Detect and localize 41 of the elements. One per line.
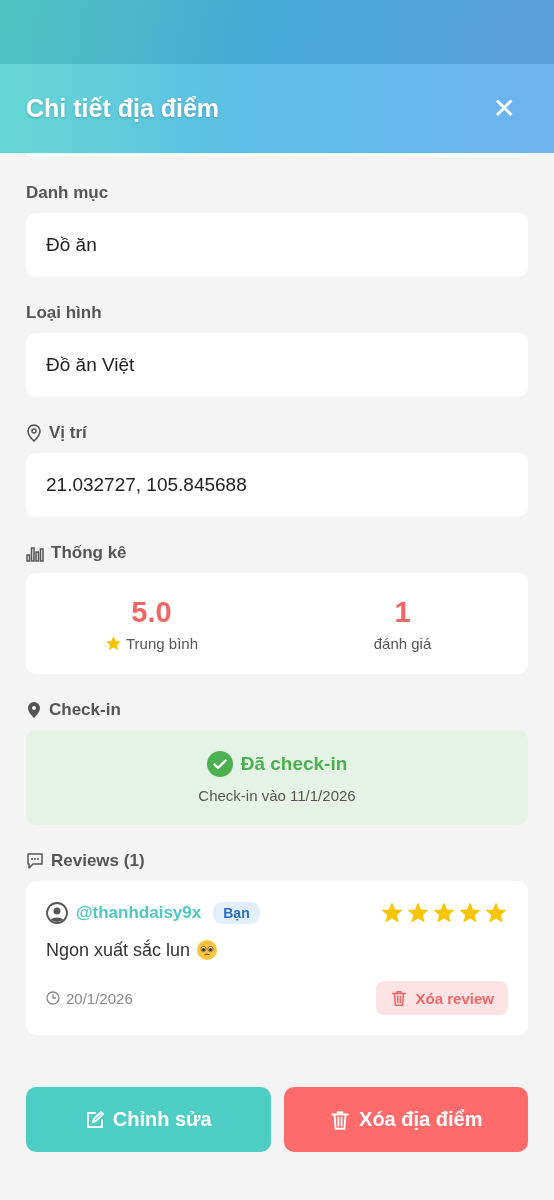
user-avatar-icon <box>46 902 68 924</box>
edit-button[interactable]: Chỉnh sửa <box>26 1087 271 1152</box>
field-label: Vị trí <box>49 423 87 443</box>
review-count: 1 <box>394 595 411 629</box>
field-label: Loại hình <box>26 303 102 323</box>
star-icon <box>432 901 456 925</box>
location-pin-icon <box>26 701 42 719</box>
checkin-status: Đã check-in <box>240 753 348 775</box>
review-text: Ngon xuất sắc lun <box>46 939 191 961</box>
star-icon <box>484 901 508 925</box>
chat-bubble-icon <box>26 852 44 870</box>
average-rating: 5.0 <box>131 595 172 629</box>
star-icon <box>458 901 482 925</box>
check-circle-icon <box>206 751 233 777</box>
star-icon <box>105 634 122 652</box>
delete-place-button[interactable]: Xóa địa điểm <box>283 1087 528 1152</box>
value-field: Đồ ăn Việt <box>26 333 528 397</box>
section-label: Thống kê <box>51 543 127 563</box>
field-label: Danh mục <box>26 183 109 203</box>
section-label: Check-in <box>49 700 121 720</box>
stat-label: đánh giá <box>373 634 432 652</box>
value-field: Đồ ăn <box>26 213 528 277</box>
trash-icon <box>389 989 408 1007</box>
delete-review-button[interactable]: Xóa review <box>375 981 508 1015</box>
location-pin-icon <box>26 424 42 442</box>
review-date: 20/1/2026 <box>66 989 133 1007</box>
star-icon <box>380 901 404 925</box>
bar-chart-icon <box>26 544 44 562</box>
section-label: Reviews (1) <box>51 851 145 871</box>
value-field: 21.032727, 105.845688 <box>26 453 528 517</box>
username[interactable]: @thanhdaisy9x <box>76 903 202 923</box>
star-icon <box>406 901 430 925</box>
close-button[interactable]: ✕ <box>480 92 528 125</box>
clock-icon <box>46 991 60 1005</box>
screen-title: Chi tiết địa điểm <box>26 94 220 123</box>
checkin-date: Check-in vào 11/1/2026 <box>198 787 356 804</box>
edit-icon <box>84 1109 105 1130</box>
you-badge: Bạn <box>213 902 260 924</box>
stat-label: Trung bình <box>126 634 198 652</box>
emoji-icon <box>196 939 219 961</box>
trash-icon <box>329 1108 352 1131</box>
